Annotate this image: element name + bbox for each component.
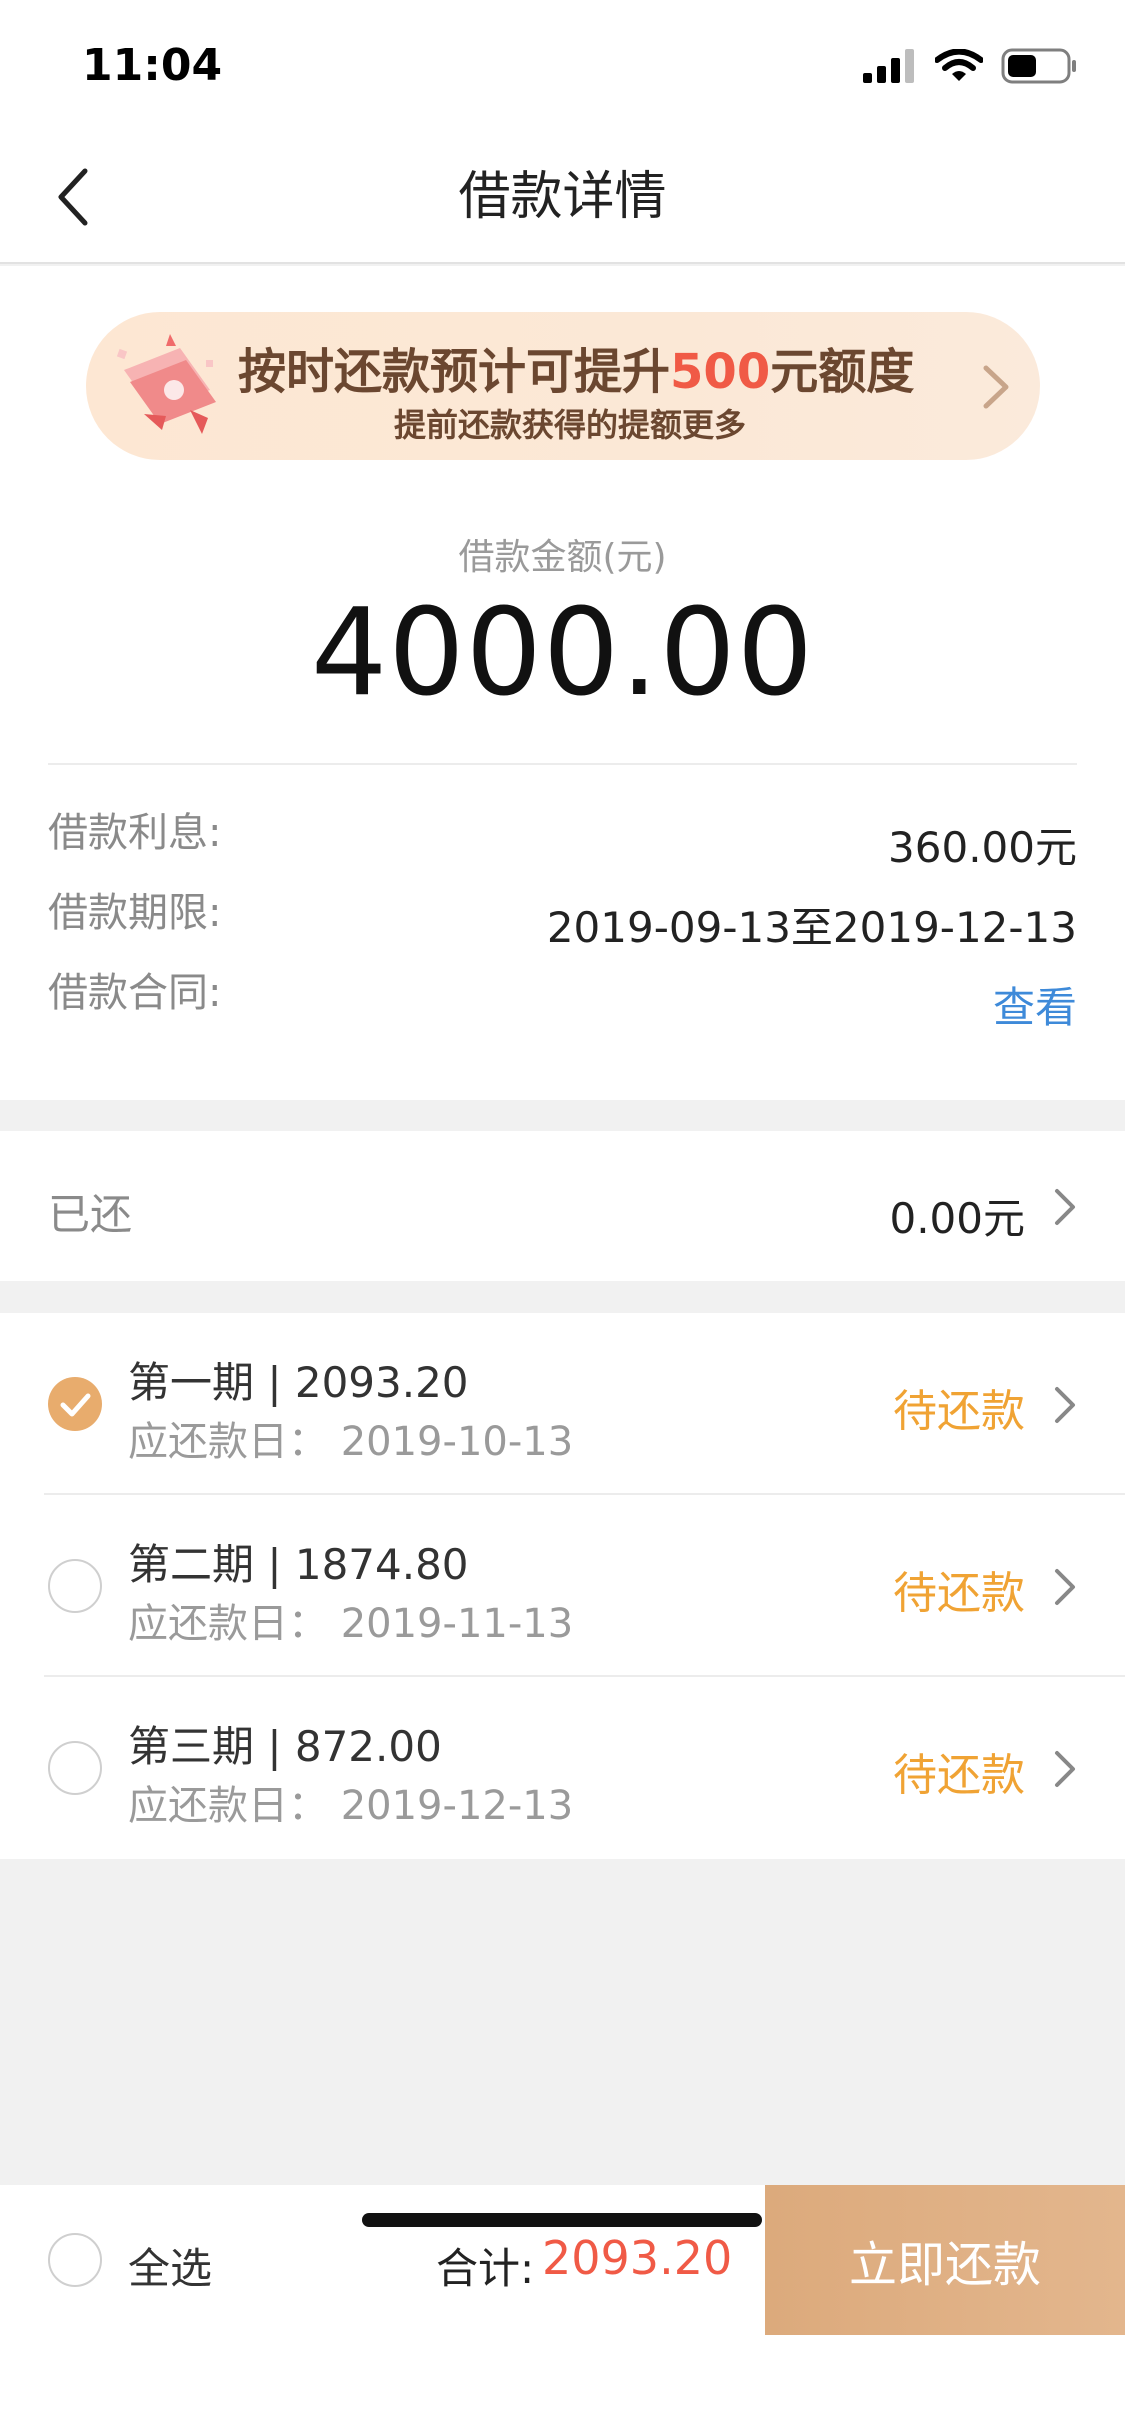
installment-checkbox[interactable] — [48, 1377, 102, 1431]
select-all-label[interactable]: 全选 — [128, 2235, 212, 2296]
installment-status: 待还款 — [893, 1750, 1025, 1801]
installment-due-date: 应还款日： 2019-10-13 — [128, 1419, 574, 1465]
installment-status: 待还款 — [893, 1568, 1025, 1619]
status-icons — [863, 48, 1077, 84]
chevron-right-icon — [1055, 1387, 1075, 1423]
nav-bar: 借款详情 — [0, 132, 1125, 264]
installment-title: 第一期 | 2093.20 — [128, 1358, 469, 1407]
banner-headline-suffix: 元额度 — [770, 344, 915, 400]
loan-amount-label: 借款金额(元) — [458, 537, 667, 578]
select-all-checkbox[interactable] — [48, 2233, 102, 2287]
loan-term-row: 借款期限: 2019-09-13至2019-12-13 — [48, 880, 1077, 952]
loan-amount-value: 4000.00 — [310, 584, 815, 723]
gift-money-icon — [116, 334, 216, 434]
banner-headline: 按时还款预计可提升500元额度 — [238, 332, 914, 402]
loan-card: 按时还款预计可提升500元额度 提前还款获得的提额更多 借款金额(元) 4000… — [0, 266, 1125, 1100]
repay-now-button[interactable]: 立即还款 — [765, 2185, 1125, 2335]
status-time: 11:04 — [82, 40, 223, 91]
divider — [48, 763, 1077, 765]
home-indicator[interactable] — [362, 2213, 762, 2227]
installment-title: 第二期 | 1874.80 — [128, 1540, 469, 1589]
installment-due-date: 应还款日： 2019-11-13 — [128, 1601, 574, 1647]
wifi-icon — [935, 49, 983, 81]
total-value: 2093.20 — [542, 2231, 733, 2285]
installment-title: 第三期 | 872.00 — [128, 1722, 442, 1771]
contract-row: 借款合同: 查看 — [48, 960, 1077, 1032]
page-title: 借款详情 — [458, 167, 667, 227]
installment-checkbox[interactable] — [48, 1559, 102, 1613]
total-label: 合计: — [436, 2244, 535, 2293]
status-bar: 11:04 — [0, 0, 1125, 132]
cellular-signal-icon — [863, 49, 914, 83]
banner-subtitle: 提前还款获得的提额更多 — [394, 406, 747, 444]
chevron-right-icon — [983, 365, 1009, 409]
page: 11:04 借款详情 按时还款预计可提升500元额度 提前还款获得的提额更多 借… — [0, 0, 1125, 2436]
installment-list: 第一期 | 2093.20 应还款日： 2019-10-13 待还款 第二期 |… — [0, 1313, 1125, 1859]
chevron-right-icon — [1055, 1189, 1075, 1225]
installment-status: 待还款 — [893, 1386, 1025, 1437]
installment-checkbox[interactable] — [48, 1741, 102, 1795]
credit-promo-banner[interactable]: 按时还款预计可提升500元额度 提前还款获得的提额更多 — [86, 312, 1040, 460]
paid-label: 已还 — [48, 1190, 133, 1239]
interest-row: 借款利息: 360.00元 — [48, 800, 1077, 872]
banner-headline-prefix: 按时还款预计可提升 — [238, 344, 671, 400]
chevron-right-icon — [1055, 1751, 1075, 1787]
interest-value: 360.00元 — [888, 823, 1077, 872]
installment-item[interactable]: 第一期 | 2093.20 应还款日： 2019-10-13 待还款 — [0, 1313, 1125, 1495]
installment-item[interactable]: 第三期 | 872.00 应还款日： 2019-12-13 待还款 — [0, 1677, 1125, 1859]
loan-term-label: 借款期限: — [48, 890, 222, 936]
contract-label: 借款合同: — [48, 970, 222, 1016]
interest-label: 借款利息: — [48, 810, 222, 856]
paid-value: 0.00元 — [889, 1194, 1025, 1243]
paid-row[interactable]: 已还 0.00元 — [0, 1131, 1125, 1281]
loan-term-value: 2019-09-13至2019-12-13 — [546, 903, 1077, 952]
installment-due-date: 应还款日： 2019-12-13 — [128, 1783, 574, 1829]
installment-item[interactable]: 第二期 | 1874.80 应还款日： 2019-11-13 待还款 — [0, 1495, 1125, 1677]
chevron-right-icon — [1055, 1569, 1075, 1605]
view-contract-link[interactable]: 查看 — [993, 974, 1077, 1035]
battery-icon — [1001, 48, 1076, 84]
banner-credit-amount: 500 — [670, 344, 771, 400]
checkmark-icon — [60, 1393, 91, 1417]
